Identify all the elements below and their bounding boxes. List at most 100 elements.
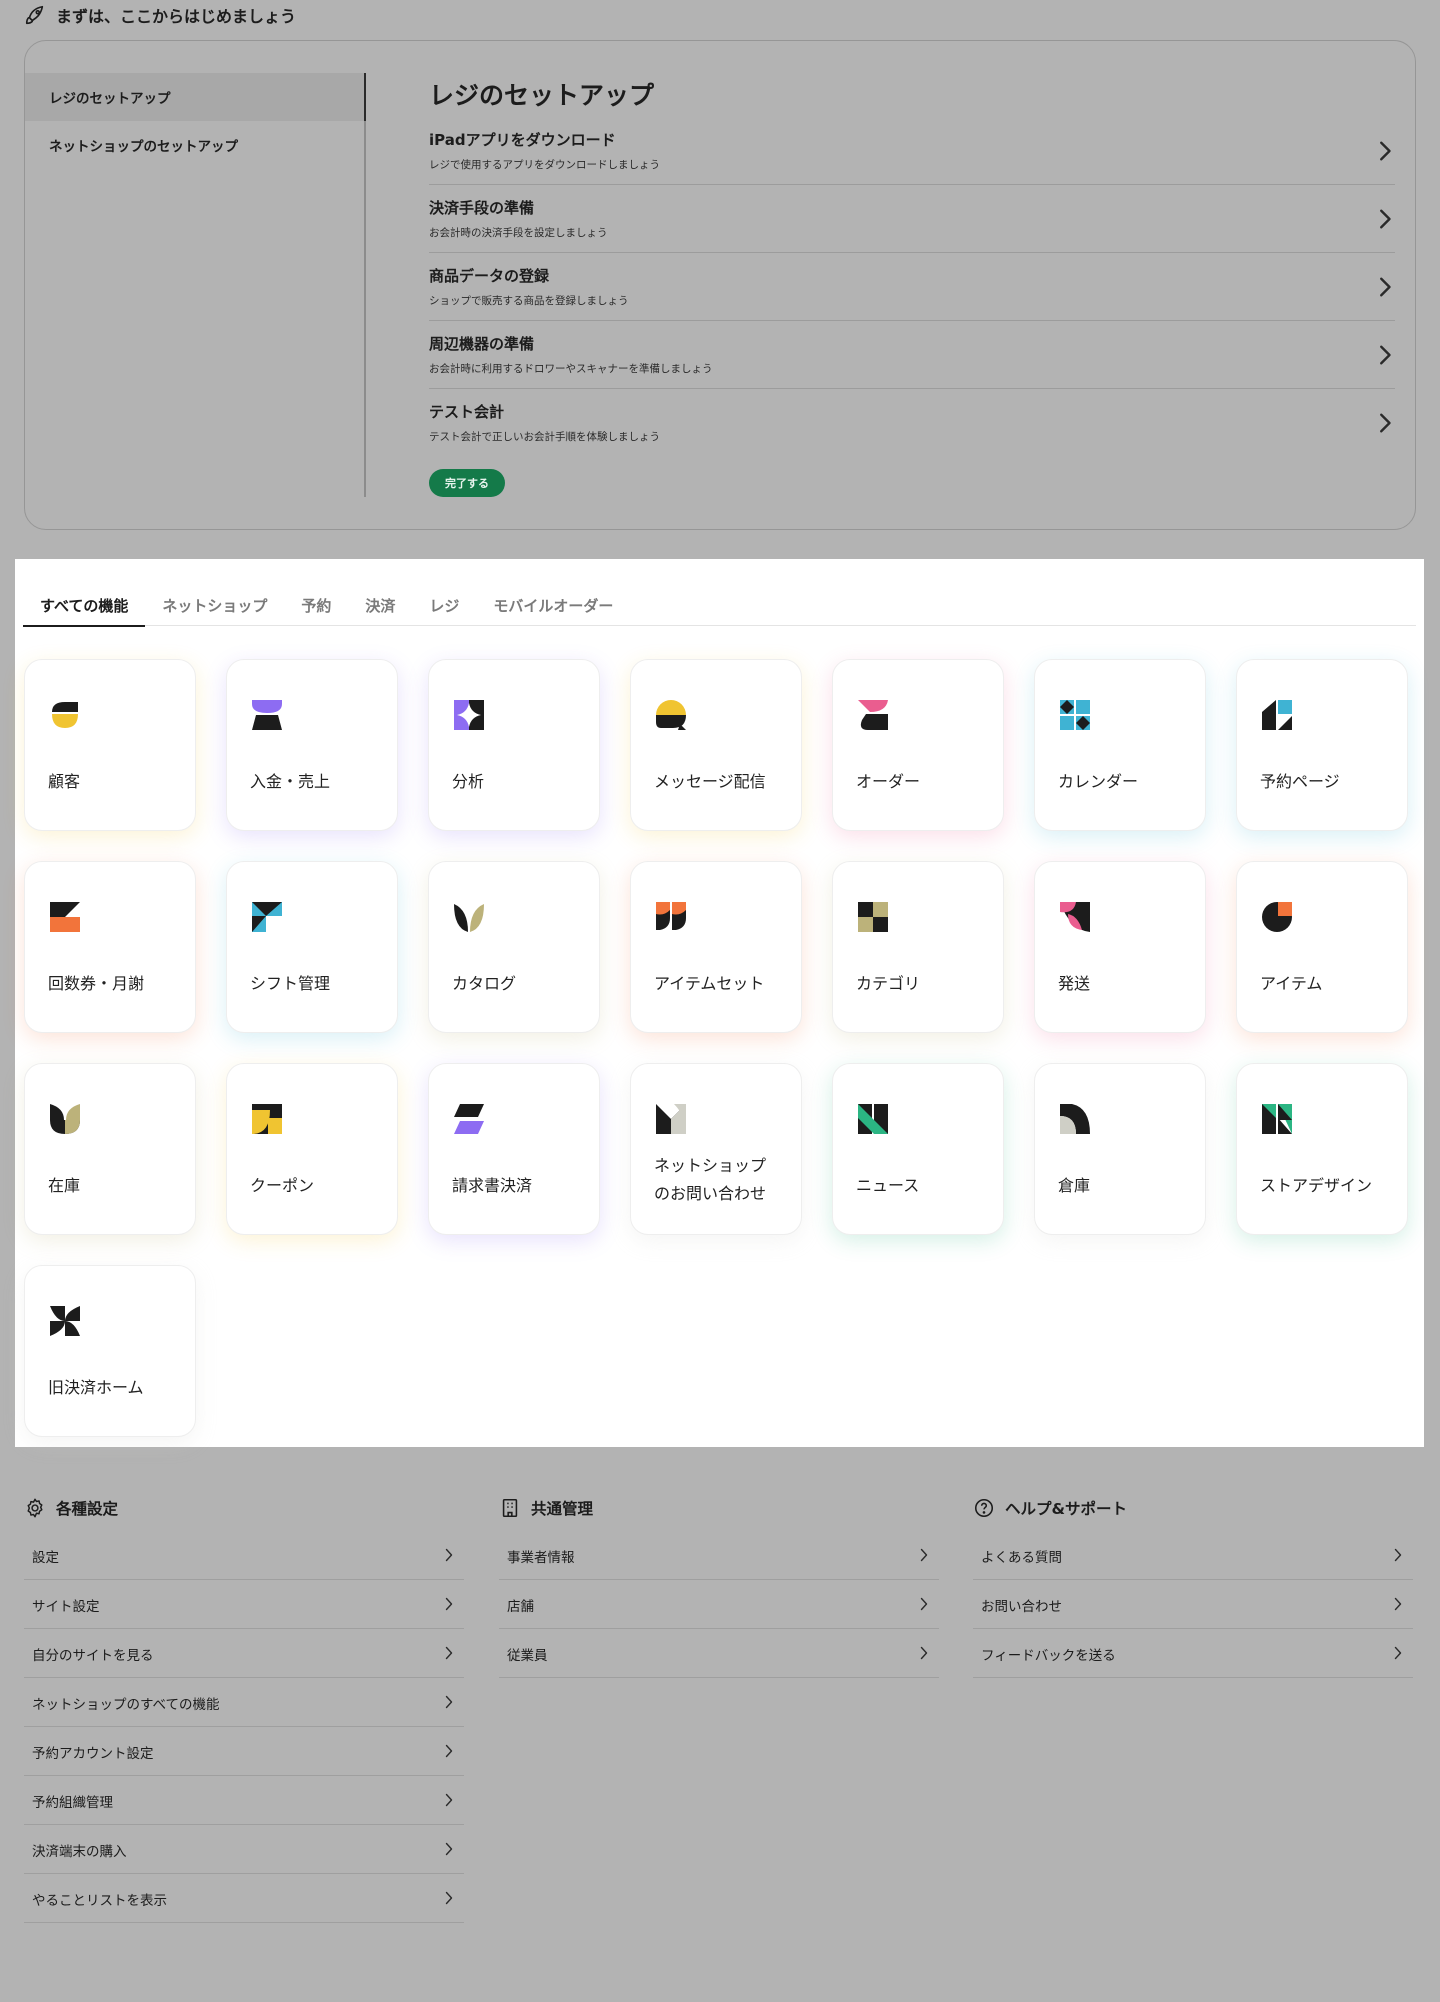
feature-card-label: 分析 xyxy=(452,772,485,791)
chevron-right-icon xyxy=(1377,139,1393,163)
footer-link[interactable]: よくある質問 xyxy=(973,1531,1413,1580)
feature-card-label: 旧決済ホーム xyxy=(48,1378,144,1397)
analytics-icon xyxy=(452,698,486,732)
feature-tab[interactable]: モバイルオーダー xyxy=(476,586,630,626)
footer-settings-title: 各種設定 xyxy=(56,1500,119,1518)
feature-card[interactable]: クーポン xyxy=(226,1063,398,1235)
footer-settings-list: 設定サイト設定自分のサイトを見るネットショップのすべての機能 予約アカウント設定予… xyxy=(24,1531,464,1923)
feature-card[interactable]: アイテム xyxy=(1236,861,1408,1033)
feature-card[interactable]: 回数券・月謝 xyxy=(24,861,196,1033)
footer-link[interactable]: フィードバックを送る xyxy=(973,1629,1413,1678)
footer-link-label: よくある質問 xyxy=(981,1550,1062,1566)
feature-card[interactable]: 顧客 xyxy=(24,659,196,831)
feature-card[interactable]: オーダー xyxy=(832,659,1004,831)
feature-card[interactable]: カテゴリ xyxy=(832,861,1004,1033)
chevron-right-icon xyxy=(1393,1547,1403,1563)
legacy-payment-icon xyxy=(48,1304,82,1338)
feature-card-label: アイテム xyxy=(1260,974,1323,993)
setup-step-row[interactable]: テスト会計 テスト会計で正しいお会計手順を体験しましょう xyxy=(429,389,1395,457)
feature-card[interactable]: シフト管理 xyxy=(226,861,398,1033)
chevron-right-icon xyxy=(919,1547,929,1563)
feature-card[interactable]: アイテムセット xyxy=(630,861,802,1033)
chevron-right-icon xyxy=(1393,1596,1403,1612)
chevron-right-icon xyxy=(444,1792,454,1808)
feature-card[interactable]: 在庫 xyxy=(24,1063,196,1235)
setup-step-row[interactable]: 決済手段の準備 お会計時の決済手段を設定しましょう xyxy=(429,185,1395,253)
shift-icon xyxy=(250,900,284,934)
feature-card[interactable]: ストアデザイン xyxy=(1236,1063,1408,1235)
chevron-right-icon xyxy=(1377,207,1393,231)
feature-card-label: 請求書決済 xyxy=(452,1176,533,1195)
setup-content: レジのセットアップ iPadアプリをダウンロードレジで使用するアプリをダウンロー… xyxy=(429,75,1395,457)
footer-common-title: 共通管理 xyxy=(531,1500,594,1518)
footer-link[interactable]: 自分のサイトを見る xyxy=(24,1629,464,1678)
chevron-right-icon xyxy=(444,1694,454,1710)
feature-tab[interactable]: ネットショップ xyxy=(145,586,284,626)
feature-card[interactable]: 予約ページ xyxy=(1236,659,1408,831)
footer-link[interactable]: 設定 xyxy=(24,1531,464,1580)
calendar-icon xyxy=(1058,698,1092,732)
news-icon xyxy=(856,1102,890,1136)
feature-card[interactable]: 分析 xyxy=(428,659,600,831)
feature-card[interactable]: 倉庫 xyxy=(1034,1063,1206,1235)
footer-link[interactable]: 事業者情報 xyxy=(499,1531,939,1580)
footer-link[interactable]: 決済端末の購入 xyxy=(24,1825,464,1874)
feature-tab[interactable]: 決済 xyxy=(348,586,412,626)
footer-link-label: 設定 xyxy=(32,1550,59,1566)
category-icon xyxy=(856,900,890,934)
footer-link[interactable]: 予約アカウント設定 xyxy=(24,1727,464,1776)
feature-card[interactable]: 旧決済ホーム xyxy=(24,1265,196,1437)
footer-link[interactable]: 従業員 xyxy=(499,1629,939,1678)
setup-step-title: テスト会計 xyxy=(429,403,505,421)
setup-section-title: レジのセットアップ xyxy=(429,81,655,110)
footer-help-header: ヘルプ&サポート xyxy=(973,1491,1413,1525)
chevron-right-icon xyxy=(919,1596,929,1612)
feature-card[interactable]: カレンダー xyxy=(1034,659,1206,831)
feature-tab[interactable]: 予約 xyxy=(284,586,348,626)
complete-button[interactable]: 完了する xyxy=(429,469,505,497)
warehouse-icon xyxy=(1058,1102,1092,1136)
feature-tab[interactable]: すべての機能 xyxy=(23,586,146,627)
footer-link[interactable]: 予約組織管理 xyxy=(24,1776,464,1825)
setup-nav-item-register[interactable]: レジのセットアップ xyxy=(25,73,365,121)
inventory-icon xyxy=(48,1102,82,1136)
setup-nav: レジのセットアップ ネットショップのセットアップ xyxy=(25,73,365,169)
setup-step-row[interactable]: 商品データの登録 ショップで販売する商品を登録しましょう xyxy=(429,253,1395,321)
footer-link[interactable]: やることリストを表示 xyxy=(24,1874,464,1923)
footer-link[interactable]: お問い合わせ xyxy=(973,1580,1413,1629)
feature-card[interactable]: 発送 xyxy=(1034,861,1206,1033)
footer-link[interactable]: ネットショップのすべての機能 xyxy=(24,1678,464,1727)
gear-icon xyxy=(27,1498,43,1518)
chevron-right-icon xyxy=(1377,275,1393,299)
features-section: すべての機能 ネットショップ 予約 決済 レジ モバイルオーダー 顧客 入金・売上 分析 メッセ… xyxy=(15,559,1424,1447)
footer-help-list: よくある質問お問い合わせ フィードバックを送る xyxy=(973,1531,1413,1678)
feature-card[interactable]: カタログ xyxy=(428,861,600,1033)
chevron-right-icon xyxy=(444,1547,454,1563)
chevron-right-icon xyxy=(444,1743,454,1759)
feature-tab[interactable]: レジ xyxy=(412,586,476,626)
ticket-icon xyxy=(48,900,82,934)
order-icon xyxy=(856,698,890,732)
feature-card[interactable]: ネットショップ のお問い合わせ xyxy=(630,1063,802,1235)
feature-card-label: 回数券・月謝 xyxy=(48,974,145,993)
footer-help: ヘルプ&サポート よくある質問お問い合わせ フィードバックを送る xyxy=(973,1491,1413,1678)
footer-help-title: ヘルプ&サポート xyxy=(1005,1500,1128,1518)
setup-step-row[interactable]: 周辺機器の準備 お会計時に利用するドロワーやスキャナーを準備しましょう xyxy=(429,321,1395,389)
feature-card[interactable]: メッセージ配信 xyxy=(630,659,802,831)
footer-link-label: 決済端末の購入 xyxy=(32,1844,127,1860)
setup-header: まずは、ここからはじめましょう xyxy=(24,2,296,28)
setup-step-title: iPadアプリをダウンロード xyxy=(429,131,616,149)
setup-nav-item-netshop[interactable]: ネットショップのセットアップ xyxy=(25,121,365,169)
footer-link[interactable]: 店舗 xyxy=(499,1580,939,1629)
feature-card[interactable]: ニュース xyxy=(832,1063,1004,1235)
feature-card[interactable]: 請求書決済 xyxy=(428,1063,600,1235)
setup-step-desc: レジで使用するアプリをダウンロードしましょう xyxy=(429,159,660,171)
feature-card-label: 倉庫 xyxy=(1058,1176,1091,1195)
feature-card-label: ニュース xyxy=(856,1176,920,1195)
setup-step-row[interactable]: iPadアプリをダウンロードレジで使用するアプリをダウンロードしましょう xyxy=(429,117,1395,185)
feature-tabs: すべての機能 ネットショップ 予約 決済 レジ モバイルオーダー xyxy=(23,586,1416,627)
setup-step-desc: お会計時に利用するドロワーやスキャナーを準備しましょう xyxy=(429,363,713,375)
feature-card[interactable]: 入金・売上 xyxy=(226,659,398,831)
footer-link-label: 自分のサイトを見る xyxy=(32,1648,154,1664)
footer-link[interactable]: サイト設定 xyxy=(24,1580,464,1629)
